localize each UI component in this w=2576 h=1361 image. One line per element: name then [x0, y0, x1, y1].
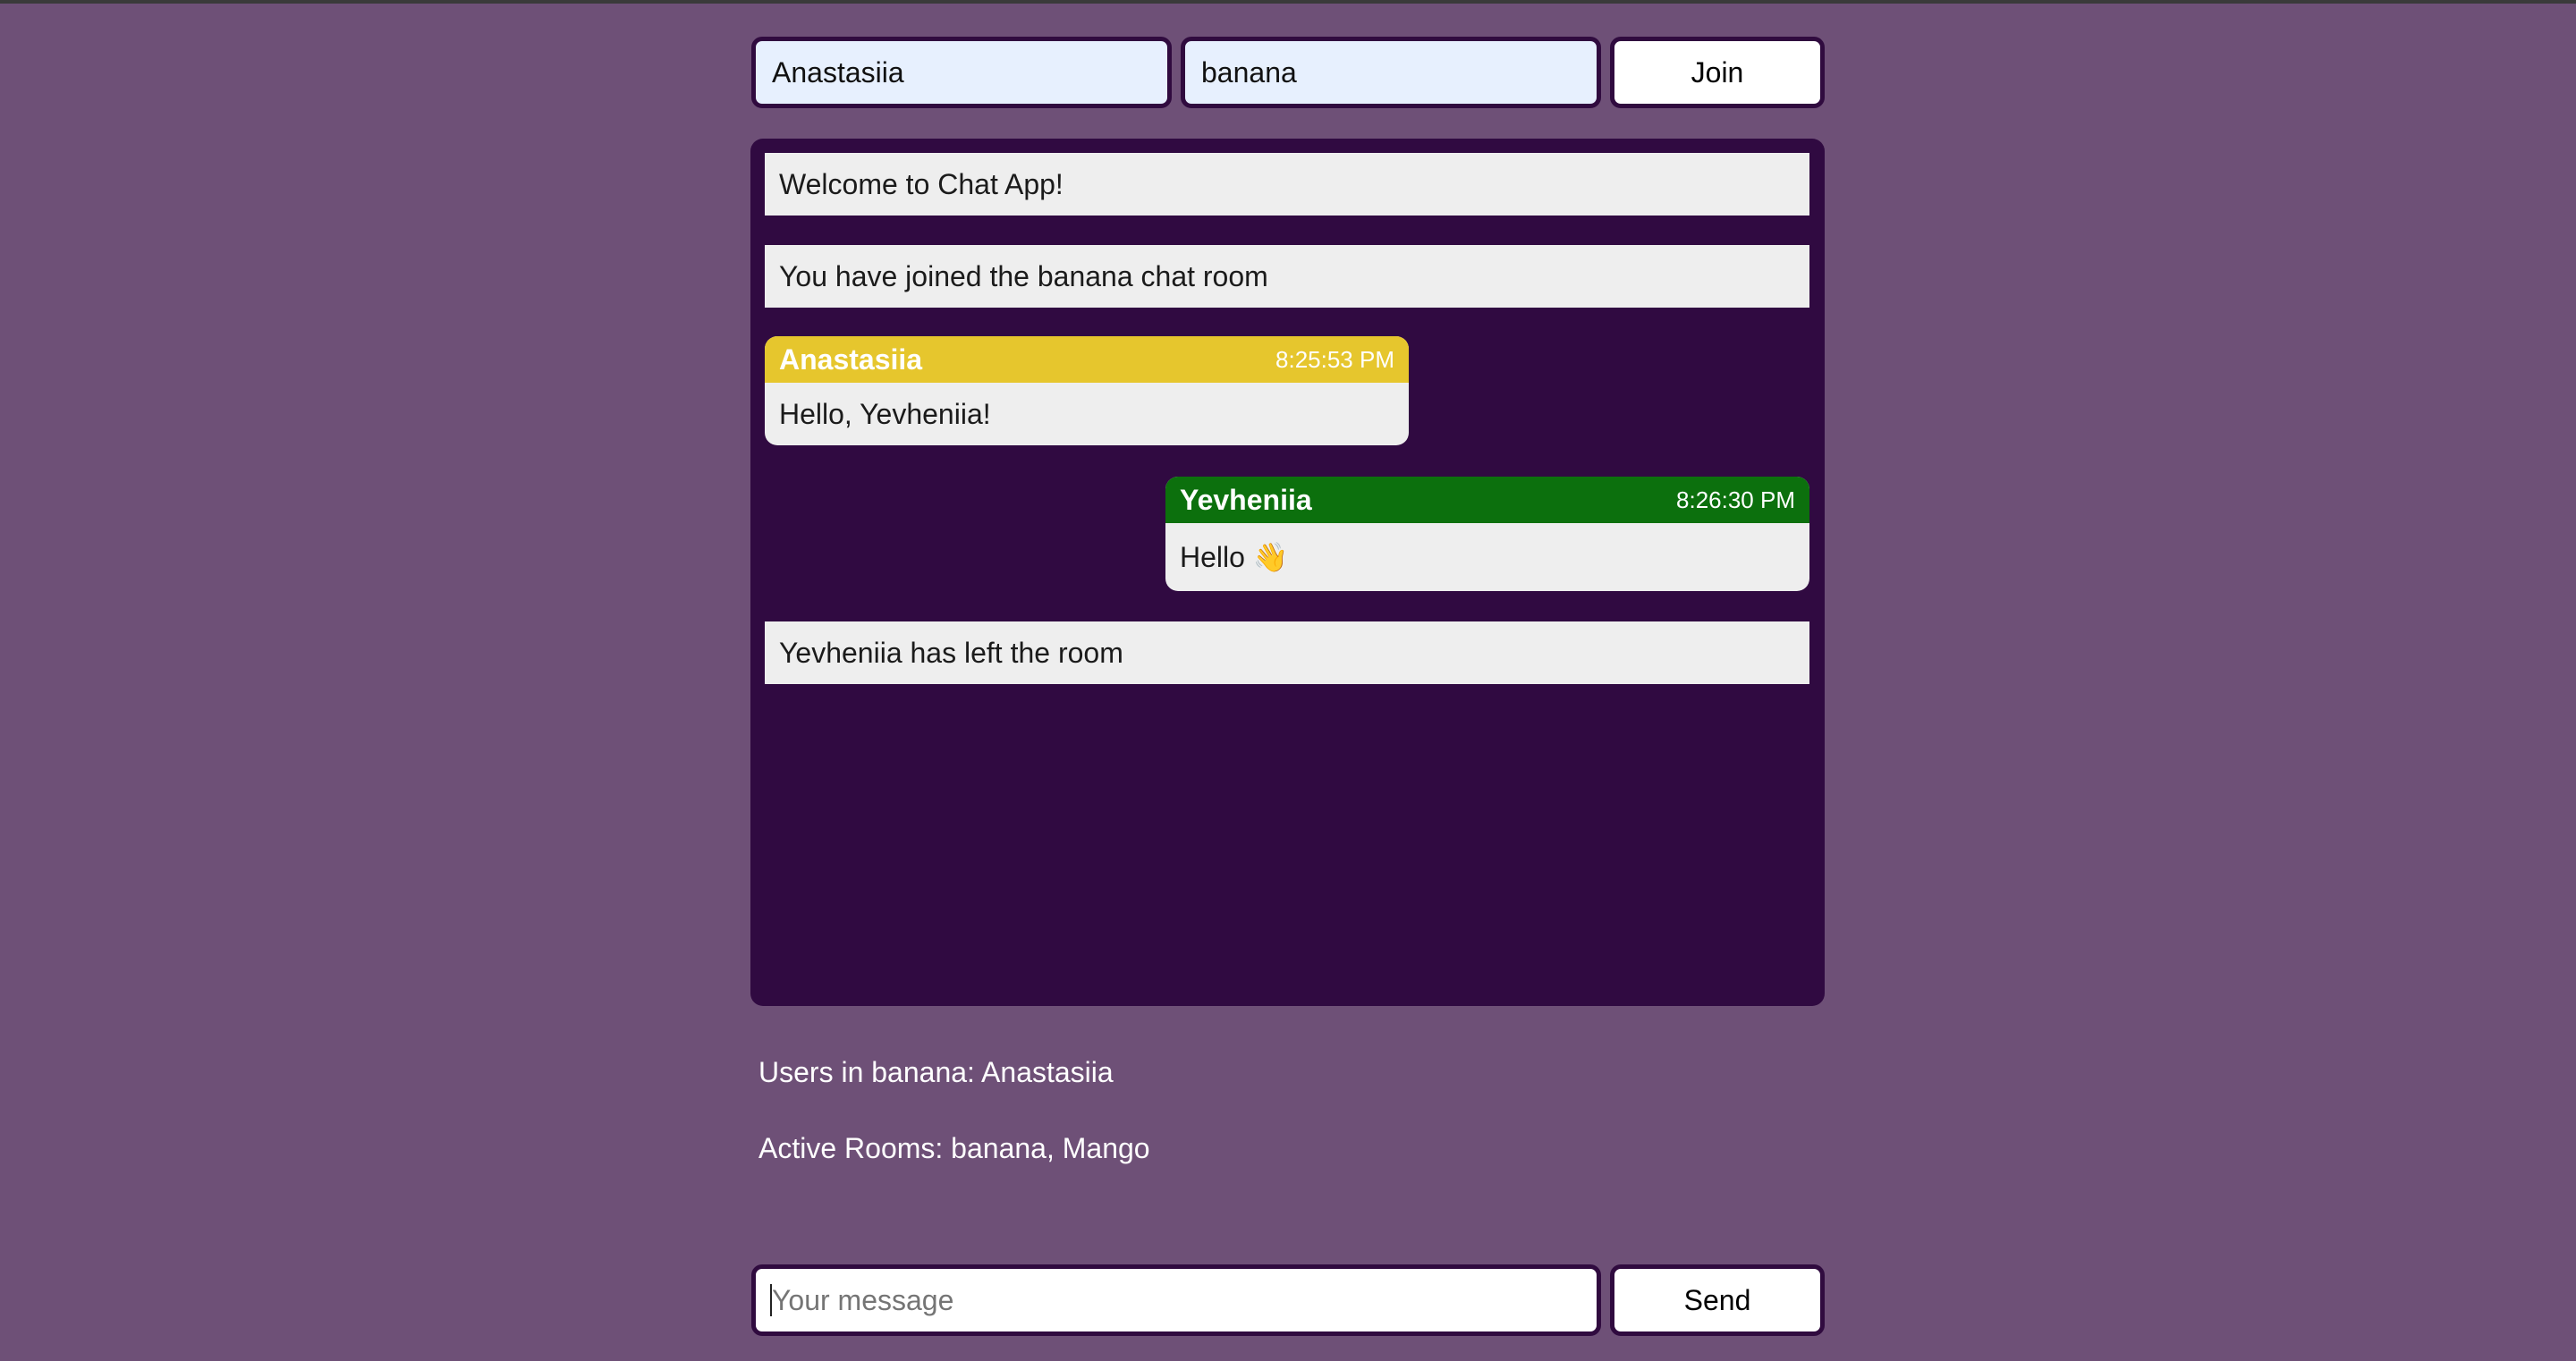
message-text: Hello, Yevheniia!: [779, 397, 991, 430]
message-text: Hello 👋: [1180, 541, 1289, 573]
send-button[interactable]: Send: [1610, 1264, 1825, 1336]
system-notice-welcome: Welcome to Chat App!: [765, 153, 1809, 216]
message-timestamp: 8:26:30 PM: [1676, 486, 1795, 513]
system-notice-left: Yevheniia has left the room: [765, 621, 1809, 684]
message-author: Yevheniia: [1180, 483, 1312, 516]
name-input[interactable]: [751, 37, 1172, 108]
message-author: Anastasiia: [779, 342, 923, 376]
active-rooms-info: Active Rooms: banana, Mango: [758, 1132, 1150, 1164]
system-notice-joined: You have joined the banana chat room: [765, 245, 1809, 308]
message-timestamp: 8:25:53 PM: [1275, 345, 1394, 373]
chat-messages-panel: Welcome to Chat App! You have joined the…: [750, 139, 1825, 1006]
text-cursor: [770, 1284, 772, 1316]
join-button[interactable]: Join: [1610, 37, 1825, 108]
chat-message: Anastasiia 8:25:53 PM Hello, Yevheniia!: [765, 336, 1409, 445]
message-input[interactable]: [751, 1264, 1601, 1336]
room-users-info: Users in banana: Anastasiia: [758, 1056, 1114, 1088]
chat-message: Yevheniia 8:26:30 PM Hello 👋: [1165, 477, 1809, 591]
join-form: Join: [751, 37, 1825, 108]
message-header: Yevheniia 8:26:30 PM: [1165, 477, 1809, 523]
room-input[interactable]: [1181, 37, 1601, 108]
message-header: Anastasiia 8:25:53 PM: [765, 336, 1409, 383]
